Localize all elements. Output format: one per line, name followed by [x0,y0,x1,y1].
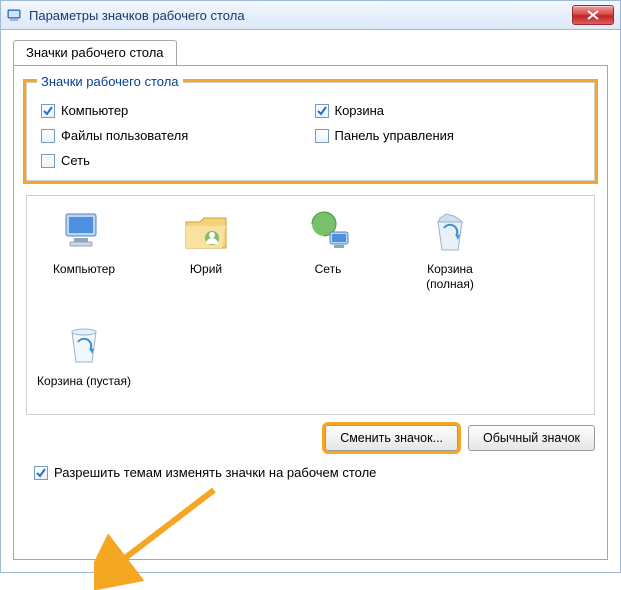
checkbox-label: Корзина [335,103,385,118]
checkbox-user-files[interactable]: Файлы пользователя [41,128,307,143]
checkbox-recycle-bin[interactable]: Корзина [315,103,581,118]
icon-row: Компьютер Юрий Сеть [37,208,584,389]
icon-item-recycle-empty[interactable]: Корзина (пустая) [37,320,131,389]
recycle-empty-icon [60,320,108,368]
checkbox-box [34,466,48,480]
close-button[interactable] [572,5,614,25]
close-icon [586,10,600,20]
checkbox-label: Панель управления [335,128,454,143]
checkbox-box [41,154,55,168]
tab-label: Значки рабочего стола [26,45,164,60]
checkbox-grid: Компьютер Корзина Файлы пользователя Пан… [41,103,580,168]
button-row: Сменить значок... Обычный значок [26,425,595,451]
button-label: Обычный значок [483,431,580,445]
icon-label: Корзина (полная) [403,262,497,292]
icon-item-computer[interactable]: Компьютер [37,208,131,292]
annotation-arrow-icon [94,480,244,590]
user-folder-icon [182,208,230,256]
icon-label: Сеть [281,262,375,277]
icon-item-user-folder[interactable]: Юрий [159,208,253,292]
network-icon [304,208,352,256]
checkbox-label: Компьютер [61,103,128,118]
change-icon-button[interactable]: Сменить значок... [325,425,458,451]
client-area: Значки рабочего стола Значки рабочего ст… [0,30,621,573]
checkbox-control-panel[interactable]: Панель управления [315,128,581,143]
icon-item-network[interactable]: Сеть [281,208,375,292]
dialog-window: Параметры значков рабочего стола Значки … [0,0,621,573]
group-legend: Значки рабочего стола [37,74,183,89]
icon-preview-list: Компьютер Юрий Сеть [26,195,595,415]
recycle-full-icon [426,208,474,256]
icon-label: Компьютер [37,262,131,277]
checkbox-label: Разрешить темам изменять значки на рабоч… [54,465,376,480]
app-icon [7,7,23,23]
group-desktop-icons: Значки рабочего стола Компьютер Корзина … [26,82,595,181]
checkbox-box [41,104,55,118]
checkbox-computer[interactable]: Компьютер [41,103,307,118]
computer-icon [60,208,108,256]
checkbox-box [315,129,329,143]
icon-label: Юрий [159,262,253,277]
checkbox-box [41,129,55,143]
icon-label: Корзина (пустая) [37,374,131,389]
tab-desktop-icons[interactable]: Значки рабочего стола [13,40,177,66]
checkbox-label: Файлы пользователя [61,128,188,143]
checkbox-label: Сеть [61,153,90,168]
checkbox-box [315,104,329,118]
checkbox-network[interactable]: Сеть [41,153,307,168]
titlebar: Параметры значков рабочего стола [0,0,621,30]
button-label: Сменить значок... [340,431,443,445]
tab-page: Значки рабочего стола Компьютер Корзина … [13,65,608,560]
window-title: Параметры значков рабочего стола [29,8,245,23]
tab-strip: Значки рабочего стола [13,40,608,66]
icon-item-recycle-full[interactable]: Корзина (полная) [403,208,497,292]
default-icon-button[interactable]: Обычный значок [468,425,595,451]
checkbox-allow-themes[interactable]: Разрешить темам изменять значки на рабоч… [34,465,595,480]
